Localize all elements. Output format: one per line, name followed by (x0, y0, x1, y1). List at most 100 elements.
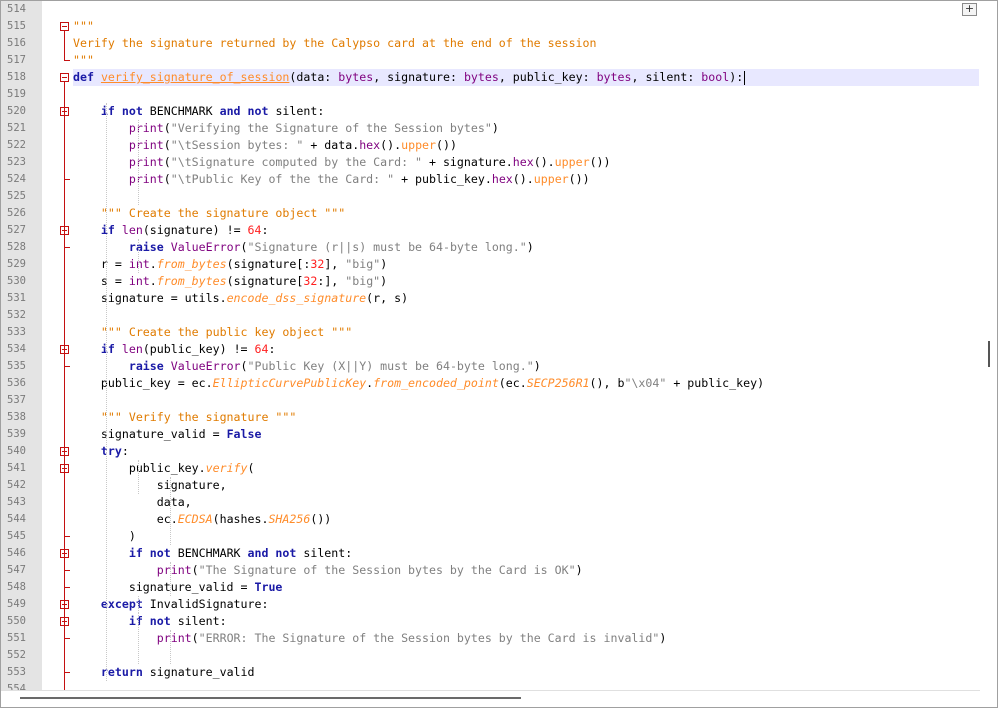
line-number: 553 (7, 666, 26, 678)
line-number: 536 (7, 377, 26, 389)
fold-end-tick (64, 247, 70, 248)
line-number: 552 (7, 649, 26, 661)
code-line[interactable]: Verify the signature returned by the Cal… (73, 35, 597, 52)
indent-guide (170, 477, 171, 545)
code-line[interactable]: """ Create the signature object """ (73, 205, 345, 222)
indent-guide (138, 239, 139, 273)
line-number: 520 (7, 105, 26, 117)
line-number: 533 (7, 326, 26, 338)
code-line[interactable]: """ (73, 52, 94, 69)
line-number: 545 (7, 530, 26, 542)
line-number: 540 (7, 445, 26, 457)
line-number: 542 (7, 479, 26, 491)
code-line[interactable]: public_key = ec.EllipticCurvePublicKey.f… (73, 375, 764, 392)
line-number: 546 (7, 547, 26, 559)
fold-toggle-icon[interactable] (60, 22, 69, 31)
code-line[interactable]: return signature_valid (73, 664, 255, 681)
code-line[interactable]: signature_valid = False (73, 426, 262, 443)
line-number: 523 (7, 156, 26, 168)
code-line[interactable]: signature_valid = True (73, 579, 283, 596)
line-number: 521 (7, 122, 26, 134)
line-number: 525 (7, 190, 26, 202)
line-number: 515 (7, 20, 26, 32)
line-number: 518 (7, 71, 26, 83)
horizontal-scrollbar[interactable] (1, 690, 980, 707)
code-line[interactable]: print("Verifying the Signature of the Se… (73, 120, 499, 137)
expand-button[interactable]: + (962, 3, 977, 16)
code-line[interactable]: """ Create the public key object """ (73, 324, 352, 341)
fold-end-tick (64, 570, 70, 571)
code-line[interactable]: if not BENCHMARK and not silent: (73, 103, 324, 120)
line-number: 541 (7, 462, 26, 474)
code-line[interactable]: public_key.verify( (73, 460, 255, 477)
code-line[interactable]: def verify_signature_of_session(data: by… (73, 69, 746, 86)
fold-range-line (64, 82, 65, 690)
indent-guide (138, 120, 139, 205)
line-number: 551 (7, 632, 26, 644)
indent-guide (106, 103, 107, 681)
code-line[interactable]: if not BENCHMARK and not silent: (73, 545, 352, 562)
line-number: 534 (7, 343, 26, 355)
horizontal-scroll-thumb[interactable] (20, 697, 521, 699)
code-line[interactable]: print("ERROR: The Signature of the Sessi… (73, 630, 667, 647)
indent-guide (138, 596, 139, 613)
fold-end-tick (64, 179, 70, 180)
code-line[interactable]: raise ValueError("Signature (r||s) must … (73, 239, 534, 256)
code-line[interactable]: data, (73, 494, 192, 511)
fold-end-tick (64, 587, 70, 588)
line-number: 539 (7, 428, 26, 440)
fold-toggle-icon[interactable] (60, 73, 69, 82)
code-line[interactable]: except InvalidSignature: (73, 596, 269, 613)
text-cursor (744, 70, 746, 85)
line-number: 543 (7, 496, 26, 508)
line-number: 535 (7, 360, 26, 372)
code-line[interactable]: raise ValueError("Public Key (X||Y) must… (73, 358, 541, 375)
line-number: 547 (7, 564, 26, 576)
line-number: 550 (7, 615, 26, 627)
line-number: 549 (7, 598, 26, 610)
line-number: 519 (7, 88, 26, 100)
fold-end-tick (64, 672, 70, 673)
code-line[interactable]: if len(signature) != 64: (73, 222, 269, 239)
code-line[interactable]: if not silent: (73, 613, 227, 630)
code-line[interactable]: if len(public_key) != 64: (73, 341, 276, 358)
code-editor[interactable]: 514 515 """ 516 Verify the signature returne… (0, 0, 998, 708)
code-line[interactable]: ec.ECDSA(hashes.SHA256()) (73, 511, 332, 528)
line-number: 526 (7, 207, 26, 219)
fold-end-tick (64, 366, 70, 367)
code-line[interactable]: print("\tSession bytes: " + data.hex().u… (73, 137, 457, 154)
line-number: 538 (7, 411, 26, 423)
indent-guide (170, 630, 171, 664)
line-number: 548 (7, 581, 26, 593)
line-number: 544 (7, 513, 26, 525)
vertical-scroll-thumb[interactable] (988, 341, 990, 367)
line-number: 532 (7, 309, 26, 321)
line-number: 524 (7, 173, 26, 185)
line-number: 516 (7, 37, 26, 49)
indent-guide (170, 562, 171, 596)
code-line[interactable]: print("\tPublic Key of the the Card: " +… (73, 171, 590, 188)
line-number: 514 (7, 3, 26, 15)
code-line[interactable]: ) (73, 528, 136, 545)
fold-end-tick (64, 60, 70, 61)
line-number: 531 (7, 292, 26, 304)
line-number: 530 (7, 275, 26, 287)
line-number: 522 (7, 139, 26, 151)
code-line[interactable]: try: (73, 443, 129, 460)
line-number: 527 (7, 224, 26, 236)
indent-guide (138, 613, 139, 664)
fold-end-tick (64, 536, 70, 537)
indent-guide (138, 460, 139, 494)
code-line[interactable]: s = int.from_bytes(signature[32:], "big"… (73, 273, 387, 290)
fold-range-line (64, 31, 65, 61)
line-number: 529 (7, 258, 26, 270)
code-line[interactable]: r = int.from_bytes(signature[:32], "big"… (73, 256, 387, 273)
line-number: 528 (7, 241, 26, 253)
fold-end-tick (64, 638, 70, 639)
code-line[interactable]: print("The Signature of the Session byte… (73, 562, 583, 579)
code-line[interactable]: print("\tSignature computed by the Card:… (73, 154, 611, 171)
line-number: 537 (7, 394, 26, 406)
code-line[interactable]: signature, (73, 477, 227, 494)
code-line[interactable]: signature = utils.encode_dss_signature(r… (73, 290, 408, 307)
code-line[interactable]: """ (73, 18, 94, 35)
